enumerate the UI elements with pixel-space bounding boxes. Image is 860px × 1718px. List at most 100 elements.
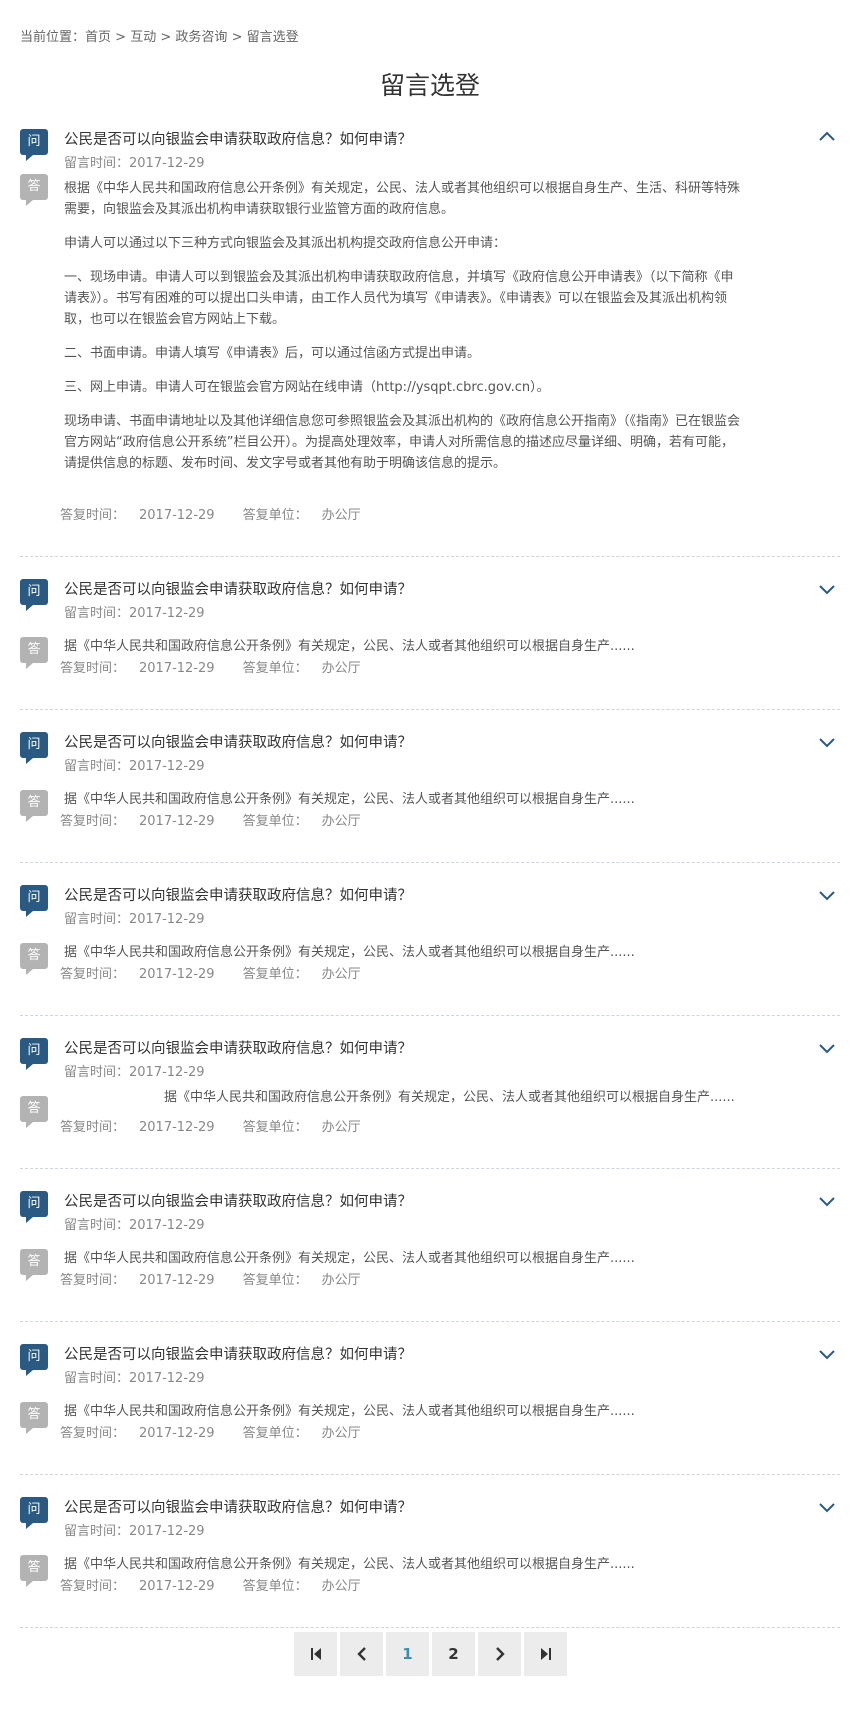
answer-paragraph: 一、现场申请。申请人可以到银监会及其派出机构申请获取政府信息，并填写《政府信息公… bbox=[64, 270, 734, 327]
message-item: 问 公民是否可以向银监会申请获取政府信息？如何申请？ 留言时间：2017-12-… bbox=[20, 1169, 840, 1322]
question-title[interactable]: 公民是否可以向银监会申请获取政府信息？如何申请？ bbox=[64, 578, 412, 599]
breadcrumb-link-interaction[interactable]: 互动 bbox=[130, 26, 156, 45]
answer-badge: 答 bbox=[20, 1249, 48, 1281]
question-time: 留言时间：2017-12-29 bbox=[64, 912, 205, 927]
question-time: 留言时间：2017-12-29 bbox=[64, 1218, 205, 1233]
answer-badge: 答 bbox=[20, 637, 48, 669]
reply-time: 答复时间： 2017-12-29 bbox=[60, 814, 215, 829]
message-item: 问 公民是否可以向银监会申请获取政府信息？如何申请？ 留言时间：2017-12-… bbox=[20, 557, 840, 710]
chevron-down-icon bbox=[819, 1044, 835, 1054]
breadcrumb-separator: > bbox=[160, 30, 172, 45]
answer-paragraph: 三、网上申请。申请人可在银监会官方网站在线申请（http://ysqpt.cbr… bbox=[64, 380, 550, 395]
expand-toggle-button[interactable] bbox=[814, 729, 840, 755]
reply-dept: 答复单位： 办公厅 bbox=[242, 967, 361, 982]
question-badge: 问 bbox=[20, 1038, 48, 1070]
last-page-icon bbox=[540, 1648, 551, 1660]
question-title[interactable]: 公民是否可以向银监会申请获取政府信息？如何申请？ bbox=[64, 1037, 412, 1058]
answer-badge: 答 bbox=[20, 174, 48, 206]
page-button-1[interactable]: 1 bbox=[386, 1632, 429, 1676]
question-badge: 问 bbox=[20, 579, 48, 611]
answer-badge: 答 bbox=[20, 943, 48, 975]
answer-meta: 答复时间： 2017-12-29 答复单位： 办公厅 bbox=[60, 1422, 389, 1441]
message-item: 问 公民是否可以向银监会申请获取政府信息？如何申请？ 留言时间：2017-12-… bbox=[20, 1016, 840, 1169]
reply-dept: 答复单位： 办公厅 bbox=[242, 1426, 361, 1441]
answer-meta: 答复时间： 2017-12-29 答复单位： 办公厅 bbox=[60, 657, 389, 676]
chevron-down-icon bbox=[819, 738, 835, 748]
answer-paragraph: 现场申请、书面申请地址以及其他详细信息您可参照银监会及其派出机构的《政府信息公开… bbox=[64, 414, 741, 471]
question-time: 留言时间：2017-12-29 bbox=[64, 759, 205, 774]
prev-page-button[interactable] bbox=[340, 1632, 383, 1676]
answer-badge: 答 bbox=[20, 1402, 48, 1434]
question-title[interactable]: 公民是否可以向银监会申请获取政府信息？如何申请？ bbox=[64, 1496, 412, 1517]
answer-badge: 答 bbox=[20, 790, 48, 822]
question-badge: 问 bbox=[20, 732, 48, 764]
last-page-button[interactable] bbox=[524, 1632, 567, 1676]
question-time: 留言时间：2017-12-29 bbox=[64, 606, 205, 621]
reply-time: 答复时间： 2017-12-29 bbox=[60, 967, 215, 982]
answer-badge: 答 bbox=[20, 1555, 48, 1587]
chevron-down-icon bbox=[819, 1350, 835, 1360]
question-time: 留言时间：2017-12-29 bbox=[64, 156, 205, 171]
expand-toggle-button[interactable] bbox=[814, 1494, 840, 1520]
message-item: 问 公民是否可以向银监会申请获取政府信息？如何申请？ 留言时间：2017-12-… bbox=[20, 710, 840, 863]
chevron-down-icon bbox=[819, 891, 835, 901]
message-item: 问 公民是否可以向银监会申请获取政府信息？如何申请？ 留言时间：2017-12-… bbox=[20, 124, 840, 557]
question-time: 留言时间：2017-12-29 bbox=[64, 1524, 205, 1539]
collapse-toggle-button[interactable] bbox=[814, 124, 840, 150]
answer-meta: 答复时间： 2017-12-29 答复单位： 办公厅 bbox=[60, 1575, 389, 1594]
expand-toggle-button[interactable] bbox=[814, 1035, 840, 1061]
expand-toggle-button[interactable] bbox=[814, 1188, 840, 1214]
question-badge: 问 bbox=[20, 1191, 48, 1223]
answer-summary: 据《中华人民共和国政府信息公开条例》有关规定，公民、法人或者其他组织可以根据自身… bbox=[164, 1090, 735, 1105]
answer-content: 根据《中华人民共和国政府信息公开条例》有关规定，公民、法人或者其他组织可以根据自… bbox=[64, 178, 744, 487]
next-page-button[interactable] bbox=[478, 1632, 521, 1676]
expand-toggle-button[interactable] bbox=[814, 882, 840, 908]
question-badge: 问 bbox=[20, 885, 48, 917]
reply-time: 答复时间： 2017-12-29 bbox=[60, 1273, 215, 1288]
answer-summary: 据《中华人民共和国政府信息公开条例》有关规定，公民、法人或者其他组织可以根据自身… bbox=[64, 792, 635, 807]
question-title[interactable]: 公民是否可以向银监会申请获取政府信息？如何申请？ bbox=[64, 1343, 412, 1364]
answer-summary: 据《中华人民共和国政府信息公开条例》有关规定，公民、法人或者其他组织可以根据自身… bbox=[64, 639, 635, 654]
answer-badge: 答 bbox=[20, 1096, 48, 1128]
reply-dept: 答复单位： 办公厅 bbox=[242, 1120, 361, 1135]
reply-time: 答复时间： 2017-12-29 bbox=[60, 661, 215, 676]
expand-toggle-button[interactable] bbox=[814, 1341, 840, 1367]
answer-meta: 答复时间： 2017-12-29 答复单位： 办公厅 bbox=[60, 810, 389, 829]
answer-paragraph: 根据《中华人民共和国政府信息公开条例》有关规定，公民、法人或者其他组织可以根据自… bbox=[64, 181, 741, 217]
message-item: 问 公民是否可以向银监会申请获取政府信息？如何申请？ 留言时间：2017-12-… bbox=[20, 1322, 840, 1475]
breadcrumb-link-home[interactable]: 首页 bbox=[85, 26, 111, 45]
chevron-down-icon bbox=[819, 1197, 835, 1207]
breadcrumb: 当前位置：首页 > 互动 > 政务咨询 > 留言选登 bbox=[20, 26, 299, 45]
breadcrumb-prefix: 当前位置： bbox=[20, 30, 86, 45]
answer-meta: 答复时间： 2017-12-29 答复单位： 办公厅 bbox=[60, 1116, 389, 1135]
question-title[interactable]: 公民是否可以向银监会申请获取政府信息？如何申请？ bbox=[64, 1190, 412, 1211]
question-time: 留言时间：2017-12-29 bbox=[64, 1065, 205, 1080]
question-title[interactable]: 公民是否可以向银监会申请获取政府信息？如何申请？ bbox=[64, 731, 412, 752]
message-list: 问 公民是否可以向银监会申请获取政府信息？如何申请？ 留言时间：2017-12-… bbox=[20, 124, 840, 1628]
question-title[interactable]: 公民是否可以向银监会申请获取政府信息？如何申请？ bbox=[64, 884, 412, 905]
breadcrumb-link-consultation[interactable]: 政务咨询 bbox=[175, 26, 227, 45]
page-button-2[interactable]: 2 bbox=[432, 1632, 475, 1676]
answer-summary: 据《中华人民共和国政府信息公开条例》有关规定，公民、法人或者其他组织可以根据自身… bbox=[64, 1404, 635, 1419]
reply-time: 答复时间： 2017-12-29 bbox=[60, 1579, 215, 1594]
breadcrumb-current: 留言选登 bbox=[246, 30, 299, 45]
reply-time: 答复时间： 2017-12-29 bbox=[60, 1426, 215, 1441]
answer-summary: 据《中华人民共和国政府信息公开条例》有关规定，公民、法人或者其他组织可以根据自身… bbox=[64, 1557, 635, 1572]
chevron-down-icon bbox=[819, 1503, 835, 1513]
first-page-button[interactable] bbox=[294, 1632, 337, 1676]
reply-time: 答复时间： 2017-12-29 bbox=[60, 1120, 215, 1135]
question-badge: 问 bbox=[20, 1344, 48, 1376]
answer-meta: 答复时间： 2017-12-29 答复单位： 办公厅 bbox=[60, 1269, 389, 1288]
next-page-icon bbox=[495, 1647, 505, 1661]
chevron-down-icon bbox=[819, 585, 835, 595]
question-title[interactable]: 公民是否可以向银监会申请获取政府信息？如何申请？ bbox=[64, 128, 412, 149]
first-page-icon bbox=[310, 1648, 321, 1660]
breadcrumb-separator: > bbox=[115, 30, 127, 45]
reply-dept: 答复单位： 办公厅 bbox=[242, 1273, 361, 1288]
question-badge: 问 bbox=[20, 1497, 48, 1529]
expand-toggle-button[interactable] bbox=[814, 576, 840, 602]
answer-summary: 据《中华人民共和国政府信息公开条例》有关规定，公民、法人或者其他组织可以根据自身… bbox=[64, 1251, 635, 1266]
breadcrumb-separator: > bbox=[231, 30, 243, 45]
page-title: 留言选登 bbox=[379, 71, 480, 100]
question-time: 留言时间：2017-12-29 bbox=[64, 1371, 205, 1386]
